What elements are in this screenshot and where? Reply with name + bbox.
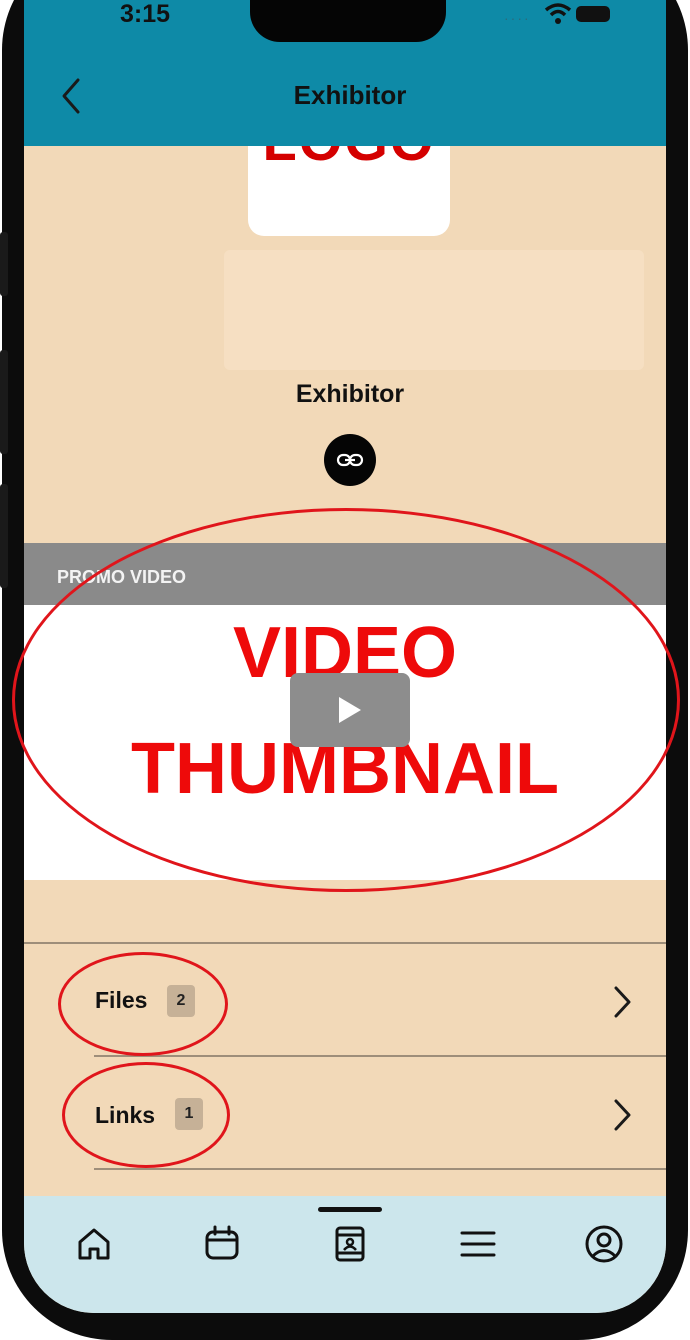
page-title: Exhibitor xyxy=(293,80,407,110)
links-row[interactable]: Links 1 xyxy=(24,1057,666,1169)
files-row[interactable]: Files 2 xyxy=(24,944,666,1056)
files-count-badge: 2 xyxy=(167,985,195,1017)
status-indicators: ···· xyxy=(504,2,624,26)
chevron-right-icon xyxy=(614,986,631,1018)
play-button[interactable] xyxy=(290,673,410,747)
divider xyxy=(94,1168,666,1170)
notch xyxy=(250,0,446,42)
tab-home[interactable] xyxy=(72,1222,116,1266)
website-link-button[interactable] xyxy=(324,434,376,486)
app-screen: 3:15 ···· Exhibitor LOGO Exhibitor xyxy=(24,0,666,1313)
exhibitor-book-icon xyxy=(335,1226,365,1262)
menu-icon xyxy=(460,1231,496,1257)
promo-video-label: PROMO VIDEO xyxy=(57,567,187,587)
play-icon xyxy=(339,697,361,723)
calendar-icon xyxy=(205,1225,239,1260)
battery-icon xyxy=(576,6,610,22)
signal-icon: ···· xyxy=(504,10,531,26)
links-count-badge: 1 xyxy=(175,1098,203,1130)
tab-exhibitors[interactable] xyxy=(328,1222,372,1266)
profile-icon xyxy=(585,1225,623,1263)
exhibitor-logo: LOGO xyxy=(248,146,450,236)
home-icon xyxy=(78,1228,110,1260)
tab-menu[interactable] xyxy=(456,1222,500,1266)
logo-text: LOGO xyxy=(248,146,450,173)
wifi-icon xyxy=(544,3,572,24)
exhibitor-name: Exhibitor xyxy=(295,380,405,408)
chevron-right-icon xyxy=(614,1099,631,1131)
tab-profile[interactable] xyxy=(582,1222,626,1266)
tab-calendar[interactable] xyxy=(200,1222,244,1266)
status-time: 3:15 xyxy=(120,0,171,28)
links-label: Links xyxy=(95,1102,156,1128)
side-button xyxy=(0,232,8,296)
link-icon xyxy=(336,453,364,467)
active-tab-indicator xyxy=(318,1207,382,1212)
side-button xyxy=(0,350,8,454)
side-button xyxy=(0,484,8,588)
files-label: Files xyxy=(95,987,148,1013)
phone-mockup: 3:15 ···· Exhibitor LOGO Exhibitor xyxy=(0,0,690,1340)
faded-banner xyxy=(224,250,644,370)
